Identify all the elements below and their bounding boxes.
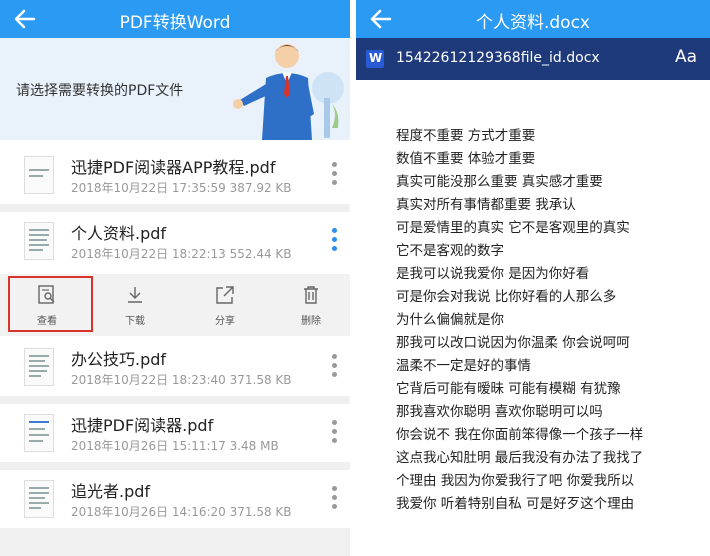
text-line: 它背后可能有暧昧 可能有模糊 有犹豫 bbox=[396, 381, 621, 397]
file-meta: 2018年10月22日 18:23:40 371.58 KB bbox=[71, 373, 292, 387]
document-info-bar: W 15422612129368file_id.docx Aa bbox=[356, 38, 710, 80]
file-action-bar: 查看 下载 分享 删除 bbox=[0, 274, 350, 336]
file-name: 追光者.pdf bbox=[71, 482, 151, 501]
document-title: 个人资料.docx bbox=[475, 13, 590, 33]
delete-label: 删除 bbox=[301, 316, 321, 327]
file-row[interactable]: 迅捷PDF阅读器.pdf 2018年10月26日 15:11:17 3.48 M… bbox=[0, 404, 350, 462]
more-options-icon[interactable] bbox=[326, 162, 342, 190]
text-line: 可是你会对我说 比你好看的人那么多 bbox=[396, 289, 617, 305]
left-top-bar: PDF转换Word bbox=[0, 0, 350, 38]
file-row[interactable]: 迅捷PDF阅读器APP教程.pdf 2018年10月22日 17:35:59 3… bbox=[0, 146, 350, 204]
pdf-thumbnail bbox=[24, 222, 54, 260]
more-options-icon[interactable] bbox=[326, 228, 342, 256]
file-name: 迅捷PDF阅读器.pdf bbox=[71, 416, 214, 435]
word-file-icon: W bbox=[366, 50, 384, 68]
pdf-thumbnail bbox=[24, 156, 54, 194]
text-line: 那我可以改口说因为你温柔 你会说呵呵 bbox=[396, 335, 630, 351]
text-line: 它不是客观的数字 bbox=[396, 243, 504, 259]
text-line: 为什么偏偏就是你 bbox=[396, 312, 504, 328]
file-name: 个人资料.pdf bbox=[71, 224, 167, 243]
file-meta: 2018年10月26日 15:11:17 3.48 MB bbox=[71, 439, 279, 453]
share-label: 分享 bbox=[215, 316, 235, 327]
text-line: 这点我心知肚明 最后我没有办法了我找了 bbox=[396, 450, 644, 466]
delete-button[interactable]: 删除 bbox=[276, 274, 346, 336]
trash-icon bbox=[304, 286, 318, 304]
text-line: 温柔不一定是好的事情 bbox=[396, 358, 531, 374]
divider bbox=[0, 396, 350, 404]
word-icon-letter: W bbox=[369, 51, 383, 65]
file-name: 办公技巧.pdf bbox=[71, 350, 167, 369]
text-line: 程度不重要 方式才重要 bbox=[396, 128, 536, 144]
divider bbox=[0, 204, 350, 212]
file-row-selected[interactable]: 个人资料.pdf 2018年10月22日 18:22:13 552.44 KB bbox=[0, 212, 350, 270]
download-label: 下载 bbox=[125, 316, 145, 327]
share-icon bbox=[216, 286, 234, 304]
file-row[interactable]: 办公技巧.pdf 2018年10月22日 18:23:40 371.58 KB bbox=[0, 338, 350, 396]
right-top-bar: 个人资料.docx bbox=[356, 0, 710, 38]
pdf-to-word-screen: PDF转换Word 请选择需要转换的PDF文件 迅捷PDF阅读器APP教程.pd… bbox=[0, 0, 350, 556]
more-options-icon[interactable] bbox=[326, 354, 342, 382]
divider bbox=[0, 528, 350, 556]
file-meta: 2018年10月26日 14:16:20 371.58 KB bbox=[71, 505, 292, 519]
font-size-button[interactable]: Aa bbox=[675, 47, 697, 67]
pdf-thumbnail bbox=[24, 414, 54, 452]
text-line: 可是爱情里的真实 它不是客观里的真实 bbox=[396, 220, 630, 236]
text-line: 真实对所有事情都重要 我承认 bbox=[396, 197, 576, 213]
page-title: PDF转换Word bbox=[119, 13, 231, 33]
pdf-thumbnail bbox=[24, 348, 54, 386]
text-line: 真实可能没那么重要 真实感才重要 bbox=[396, 174, 603, 190]
text-line: 是我可以说我爱你 是因为你好看 bbox=[396, 266, 590, 282]
document-filename: 15422612129368file_id.docx bbox=[396, 50, 600, 66]
businessman-illustration bbox=[233, 44, 344, 140]
file-meta: 2018年10月22日 17:35:59 387.92 KB bbox=[71, 181, 292, 195]
view-button-highlight bbox=[8, 276, 93, 332]
share-button[interactable]: 分享 bbox=[190, 274, 260, 336]
download-button[interactable]: 下载 bbox=[100, 274, 170, 336]
more-options-icon[interactable] bbox=[326, 486, 342, 514]
file-meta: 2018年10月22日 18:22:13 552.44 KB bbox=[71, 247, 292, 261]
text-line: 我爱你 听着特别自私 可是好歹这个理由 bbox=[396, 496, 635, 512]
text-line: 你会说不 我在你面前笨得像一个孩子一样 bbox=[396, 427, 644, 443]
select-file-prompt: 请选择需要转换的PDF文件 bbox=[16, 83, 184, 99]
text-line: 数值不重要 体验才重要 bbox=[396, 151, 536, 167]
pdf-thumbnail bbox=[24, 480, 54, 518]
file-name: 迅捷PDF阅读器APP教程.pdf bbox=[71, 158, 276, 177]
select-file-banner: 请选择需要转换的PDF文件 bbox=[0, 38, 350, 140]
more-options-icon[interactable] bbox=[326, 420, 342, 448]
text-line: 个理由 我因为你爱我行了吧 你爱我所以 bbox=[396, 473, 635, 489]
divider bbox=[0, 462, 350, 470]
docx-viewer-screen: 个人资料.docx W 15422612129368file_id.docx A… bbox=[356, 0, 710, 556]
download-icon bbox=[128, 287, 142, 303]
text-line: 那我喜欢你聪明 喜欢你聪明可以吗 bbox=[396, 404, 603, 420]
file-row[interactable]: 追光者.pdf 2018年10月26日 14:16:20 371.58 KB bbox=[0, 470, 350, 528]
